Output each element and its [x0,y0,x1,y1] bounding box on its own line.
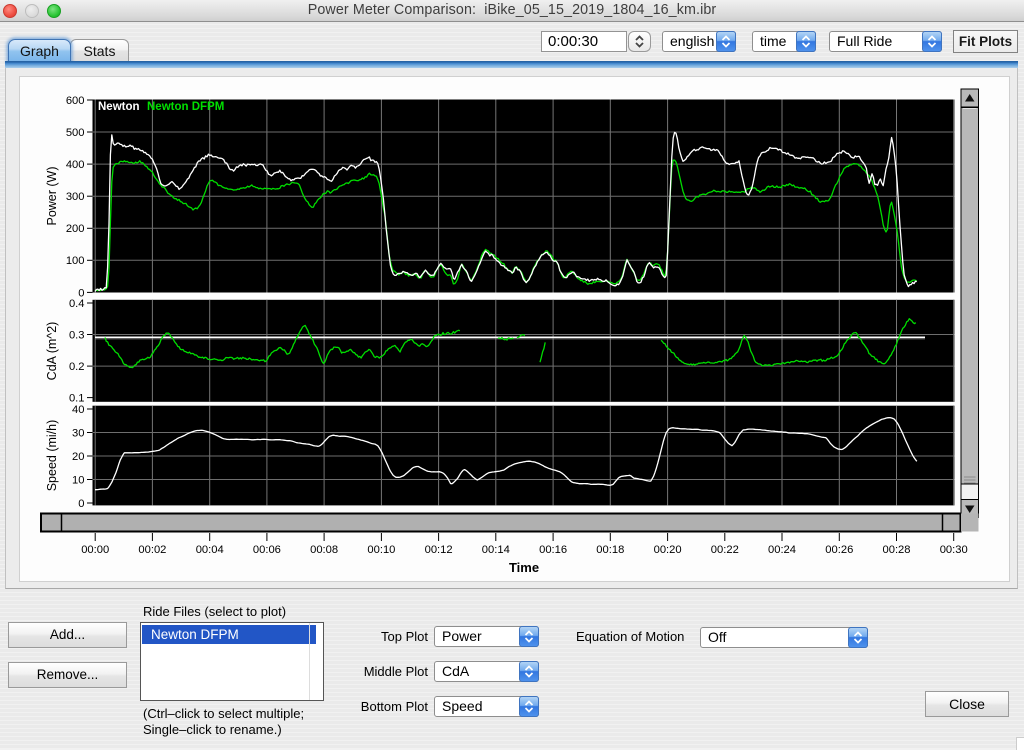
svg-text:00:22: 00:22 [711,544,739,556]
svg-text:0.4: 0.4 [69,298,85,310]
svg-text:300: 300 [66,191,85,203]
svg-text:00:02: 00:02 [138,544,166,556]
svg-text:00:18: 00:18 [596,544,624,556]
svg-text:10: 10 [72,474,84,486]
svg-text:100: 100 [66,255,85,267]
svg-text:00:12: 00:12 [425,544,453,556]
svg-text:0: 0 [78,498,84,510]
svg-text:00:00: 00:00 [81,544,109,556]
svg-text:Speed (mi/h): Speed (mi/h) [45,420,59,492]
svg-text:00:16: 00:16 [539,544,567,556]
svg-text:Power (W): Power (W) [45,166,59,225]
svg-text:00:24: 00:24 [768,544,796,556]
svg-text:00:30: 00:30 [940,544,968,556]
svg-text:CdA (m^2): CdA (m^2) [45,322,59,381]
svg-text:600: 600 [66,95,85,107]
svg-text:00:14: 00:14 [482,544,510,556]
svg-text:40: 40 [72,404,84,416]
svg-text:00:20: 00:20 [654,544,682,556]
svg-text:00:08: 00:08 [310,544,338,556]
svg-text:400: 400 [66,159,85,171]
svg-text:20: 20 [72,451,84,463]
svg-text:0.1: 0.1 [69,393,85,405]
svg-text:200: 200 [66,223,85,235]
svg-text:0.3: 0.3 [69,329,85,341]
svg-text:00:28: 00:28 [883,544,911,556]
svg-text:00:04: 00:04 [196,544,224,556]
svg-text:0.2: 0.2 [69,361,85,373]
svg-text:30: 30 [72,427,84,439]
svg-text:00:06: 00:06 [253,544,281,556]
svg-text:500: 500 [66,127,85,139]
svg-text:00:10: 00:10 [367,544,395,556]
svg-text:Newton: Newton [98,101,140,113]
svg-text:Time: Time [509,560,539,575]
svg-text:Newton DFPM: Newton DFPM [147,101,224,113]
svg-text:00:26: 00:26 [825,544,853,556]
